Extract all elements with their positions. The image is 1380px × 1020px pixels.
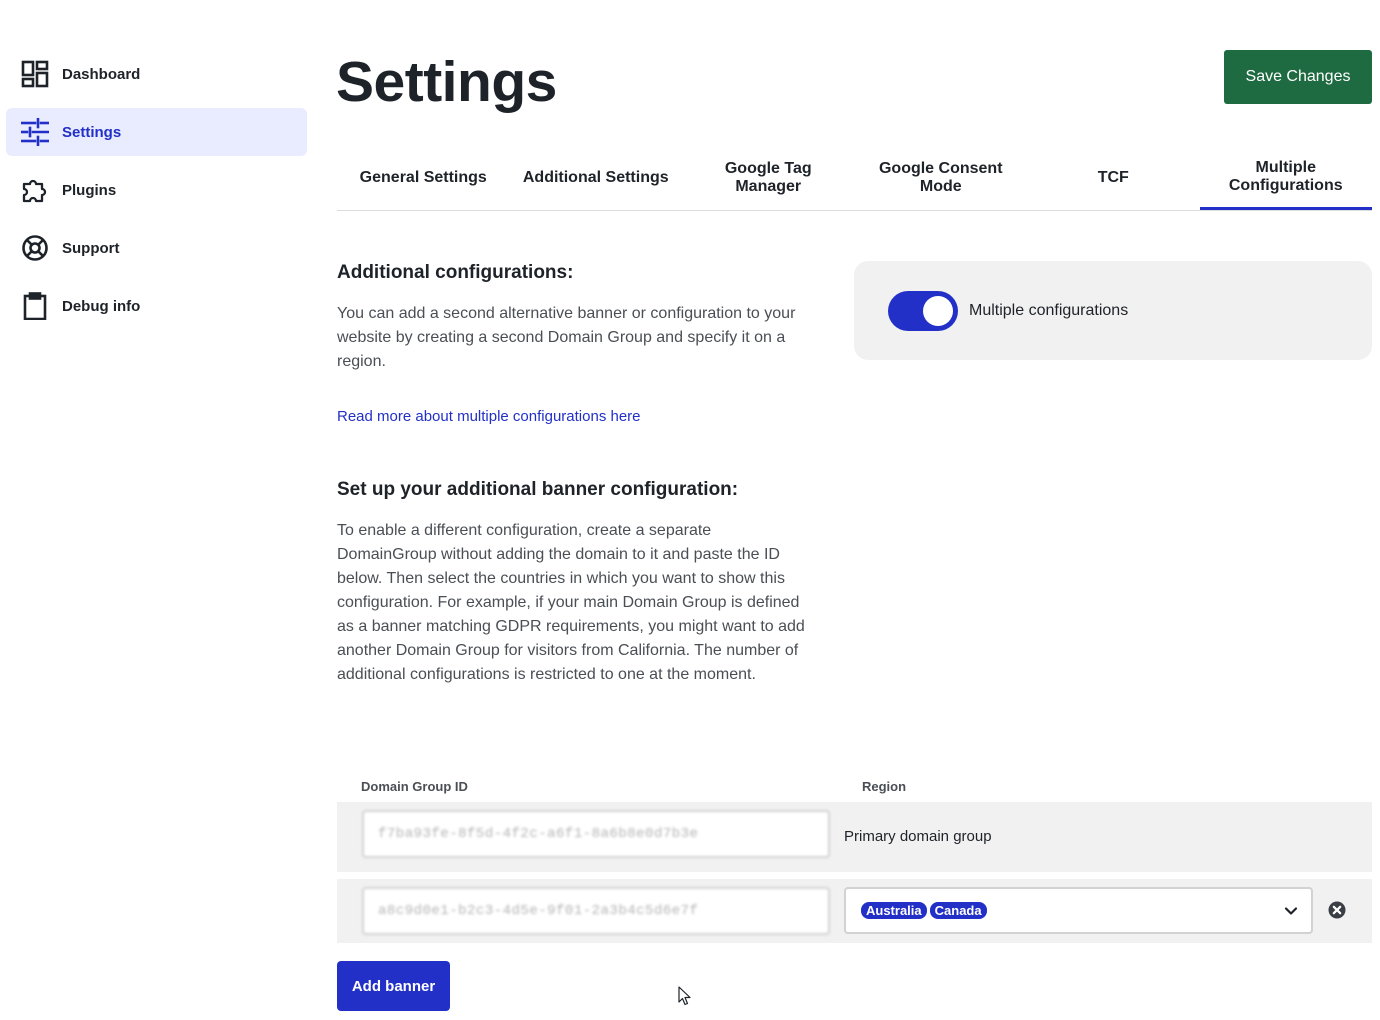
column-header-domain-group-id: Domain Group ID [361,779,468,794]
multiple-configurations-toggle[interactable] [888,290,958,331]
region-chip[interactable]: Australia [861,902,927,919]
tab-google-tag-manager[interactable]: Google Tag Manager [682,146,855,210]
section-title-banner-configuration: Set up your additional banner configurat… [337,479,739,500]
save-changes-button[interactable]: Save Changes [1224,50,1372,104]
sidebar-item-support[interactable]: Support [6,224,307,272]
section-description: To enable a different configuration, cre… [337,522,805,683]
table-row: Australia Canada [337,879,1372,943]
domain-group-id-input[interactable] [362,810,830,858]
toggle-card: Multiple configurations [854,261,1372,360]
sidebar-item-debug-info[interactable]: Debug info [6,282,307,330]
section-description: You can add a second alternative banner … [337,305,796,370]
tab-google-consent-mode[interactable]: Google Consent Mode [855,146,1028,210]
region-select[interactable]: Australia Canada [844,887,1313,934]
chevron-down-icon [1284,907,1298,915]
region-text: Primary domain group [844,828,992,845]
sidebar-item-label: Support [62,239,120,257]
mouse-cursor-icon [678,986,691,1006]
read-more-link[interactable]: Read more about multiple configurations … [337,408,641,425]
region-chip[interactable]: Canada [929,902,987,919]
sidebar-item-settings[interactable]: Settings [6,108,307,156]
column-header-region: Region [862,779,907,794]
domain-group-id-input[interactable] [362,887,830,935]
toggle-knob [923,295,953,326]
sidebar-item-dashboard[interactable]: Dashboard [6,50,307,98]
remove-row-icon[interactable] [1328,901,1346,919]
clipboard-icon [21,292,49,320]
dashboard-icon [21,60,49,88]
tab-additional-settings[interactable]: Additional Settings [510,146,683,210]
sidebar-item-plugins[interactable]: Plugins [6,166,307,214]
table-row: Primary domain group [337,802,1372,872]
sidebar-item-label: Settings [62,123,122,141]
section-title-additional-configurations: Additional configurations: [337,262,574,283]
lifebuoy-icon [21,234,49,262]
sidebar: Dashboard Settings Plugins Support Debug… [6,50,307,340]
tab-general-settings[interactable]: General Settings [337,146,510,210]
tab-multiple-configurations[interactable]: Multiple Configurations [1199,146,1372,210]
tab-tcf[interactable]: TCF [1027,146,1200,210]
page-title: Settings [336,50,557,114]
sidebar-item-label: Plugins [62,181,117,199]
add-banner-button[interactable]: Add banner [337,961,450,1011]
settings-tabs: General Settings Additional Settings Goo… [337,146,1372,211]
toggle-label: Multiple configurations [969,301,1129,319]
sidebar-item-label: Dashboard [62,65,141,83]
sliders-icon [21,118,49,146]
sidebar-item-label: Debug info [62,297,141,315]
puzzle-icon [21,176,49,204]
